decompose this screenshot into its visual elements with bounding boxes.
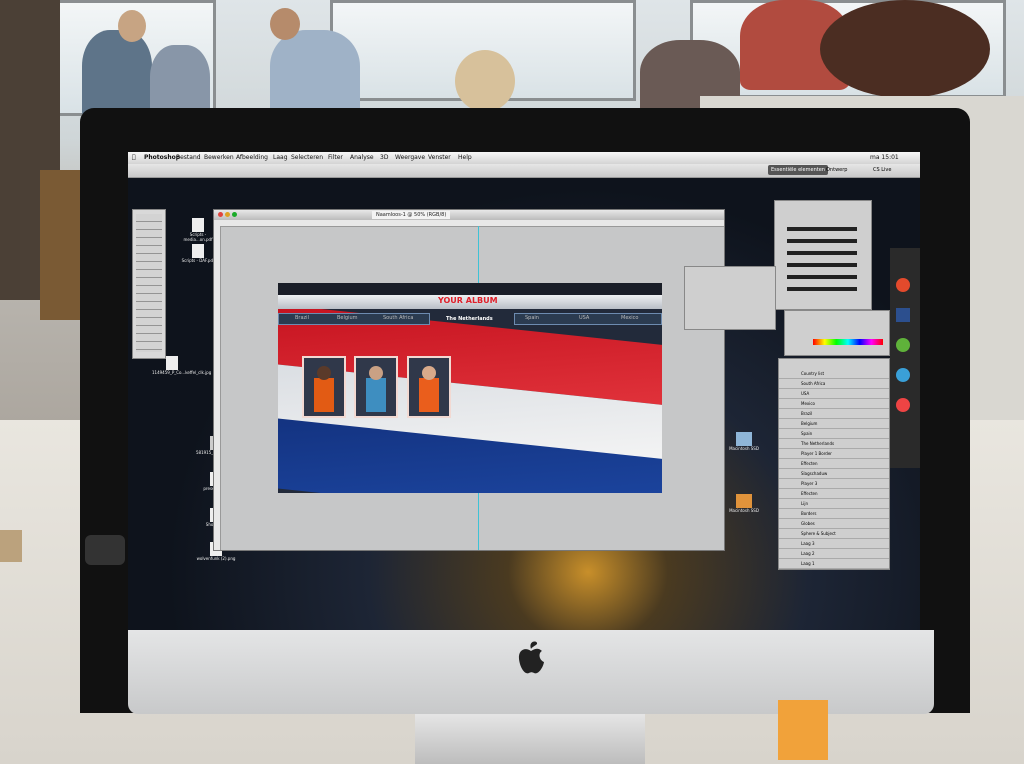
menu-3d[interactable]: 3D	[380, 152, 388, 164]
horizontal-ruler	[214, 220, 724, 227]
nav-right-group: Spain USA Mexico	[514, 313, 662, 325]
album-title: YOUR ALBUM	[438, 296, 498, 305]
color-panel	[784, 310, 890, 356]
dock	[890, 248, 920, 468]
menu-selecteren[interactable]: Selecteren	[291, 152, 323, 164]
menu-filter[interactable]: Filter	[328, 152, 343, 164]
layer-row[interactable]: Player 3	[779, 479, 889, 489]
keys	[0, 530, 22, 562]
menu-bestand[interactable]: Bestand	[176, 152, 201, 164]
layer-row[interactable]: Country list	[779, 369, 889, 379]
layer-row[interactable]: Laag 2	[779, 549, 889, 559]
cslive-button[interactable]: CS Live	[873, 164, 891, 177]
nav-south-africa[interactable]: South Africa	[383, 315, 413, 321]
layer-row[interactable]: South Africa	[779, 379, 889, 389]
layers-panel: Country list South Africa USA Mexico Bra…	[778, 358, 890, 570]
imac-stand	[415, 714, 645, 764]
menu-afbeelding[interactable]: Afbeelding	[236, 152, 268, 164]
tools-panel	[132, 209, 166, 359]
person-head	[270, 8, 300, 40]
workspace-button[interactable]: Essentiële elementen	[768, 165, 828, 175]
desktop-icon-drive[interactable]: Macintosh SSD	[724, 432, 764, 451]
nav-mexico[interactable]: Mexico	[621, 315, 638, 321]
document-tab[interactable]: Naamloos-1 @ 50% (RGB/8)	[372, 211, 451, 219]
tool-icons[interactable]	[136, 214, 162, 352]
person-head	[118, 10, 146, 42]
person-head	[820, 0, 990, 98]
layer-row[interactable]: Effecten	[779, 489, 889, 499]
person	[270, 30, 360, 120]
layer-row[interactable]: Laag 1	[779, 559, 889, 569]
apple-logo-icon	[516, 640, 546, 676]
layer-row[interactable]: Lijn	[779, 499, 889, 509]
desktop-icon-drive[interactable]: Macintosh SSD	[724, 494, 764, 513]
app-icon[interactable]	[896, 368, 910, 382]
desktop-icon-file[interactable]: 1149459_P_Co...keffel_clk.jpg	[152, 356, 211, 375]
layer-row[interactable]: Borders	[779, 509, 889, 519]
nav-spain[interactable]: Spain	[525, 315, 539, 321]
layer-row[interactable]: Belgium	[779, 419, 889, 429]
menu-bewerken[interactable]: Bewerken	[204, 152, 234, 164]
apple-menu-icon[interactable]: 	[132, 152, 136, 164]
player-card-1[interactable]	[302, 356, 346, 418]
nav-usa[interactable]: USA	[579, 315, 589, 321]
layer-row[interactable]: Mexico	[779, 399, 889, 409]
chrome-icon[interactable]	[896, 278, 910, 292]
menu-venster[interactable]: Venster	[428, 152, 451, 164]
layer-row[interactable]: Sphere & Subject	[779, 529, 889, 539]
player-card-3[interactable]	[407, 356, 451, 418]
person-head	[455, 50, 515, 112]
layer-row[interactable]: Laag 3	[779, 539, 889, 549]
sticky-note	[778, 700, 828, 760]
options-bar: Essentiële elementen Ontwerp CS Live	[128, 164, 920, 178]
imac-screen:  Photoshop Bestand Bewerken Afbeelding …	[128, 152, 920, 630]
layer-row[interactable]: USA	[779, 389, 889, 399]
phone	[85, 535, 125, 565]
layer-row[interactable]: Brazil	[779, 409, 889, 419]
menubar-clock[interactable]: ma 15:01	[870, 152, 899, 164]
layer-row[interactable]: Slagschaduw	[779, 469, 889, 479]
brushes-panel	[774, 200, 872, 310]
layer-row[interactable]: Player 1 Border	[779, 449, 889, 459]
menu-bar:  Photoshop Bestand Bewerken Afbeelding …	[128, 152, 920, 164]
menu-laag[interactable]: Laag	[273, 152, 288, 164]
photoshop-icon[interactable]	[896, 308, 910, 322]
layer-row[interactable]: The Netherlands	[779, 439, 889, 449]
layer-list: Country list South Africa USA Mexico Bra…	[779, 369, 889, 569]
minimize-button[interactable]	[225, 212, 230, 217]
player-card-2[interactable]	[354, 356, 398, 418]
app-icon[interactable]	[896, 398, 910, 412]
nav-belgium[interactable]: Belgium	[337, 315, 358, 321]
menu-help[interactable]: Help	[458, 152, 472, 164]
app-icon[interactable]	[896, 338, 910, 352]
zoom-button[interactable]	[232, 212, 237, 217]
document-titlebar: Naamloos-1 @ 50% (RGB/8)	[214, 210, 724, 220]
layer-row[interactable]: Spain	[779, 429, 889, 439]
layer-row[interactable]: Globes	[779, 519, 889, 529]
app-menu[interactable]: Photoshop	[144, 152, 180, 164]
nav-the-netherlands[interactable]: The Netherlands	[446, 316, 493, 322]
person	[82, 30, 152, 120]
vertical-ruler	[214, 226, 221, 550]
ontwerp-button[interactable]: Ontwerp	[826, 164, 847, 177]
close-button[interactable]	[218, 212, 223, 217]
nav-brazil[interactable]: Brazil	[295, 315, 309, 321]
layer-row[interactable]: Effecten	[779, 459, 889, 469]
desktop-icon-file[interactable]: Scripts - media...on.pdf	[178, 218, 218, 242]
desktop-icon-file[interactable]: Scripts - DAF.pdf	[178, 244, 218, 263]
nav-left-group: Brazil Belgium South Africa	[278, 313, 430, 325]
menu-weergave[interactable]: Weergave	[395, 152, 425, 164]
menu-analyse[interactable]: Analyse	[350, 152, 374, 164]
album-top-bar	[278, 283, 662, 295]
brush-presets[interactable]	[787, 219, 857, 299]
color-spectrum[interactable]	[813, 339, 883, 345]
album-title-bar: YOUR ALBUM	[278, 295, 662, 309]
character-panel	[684, 266, 776, 330]
